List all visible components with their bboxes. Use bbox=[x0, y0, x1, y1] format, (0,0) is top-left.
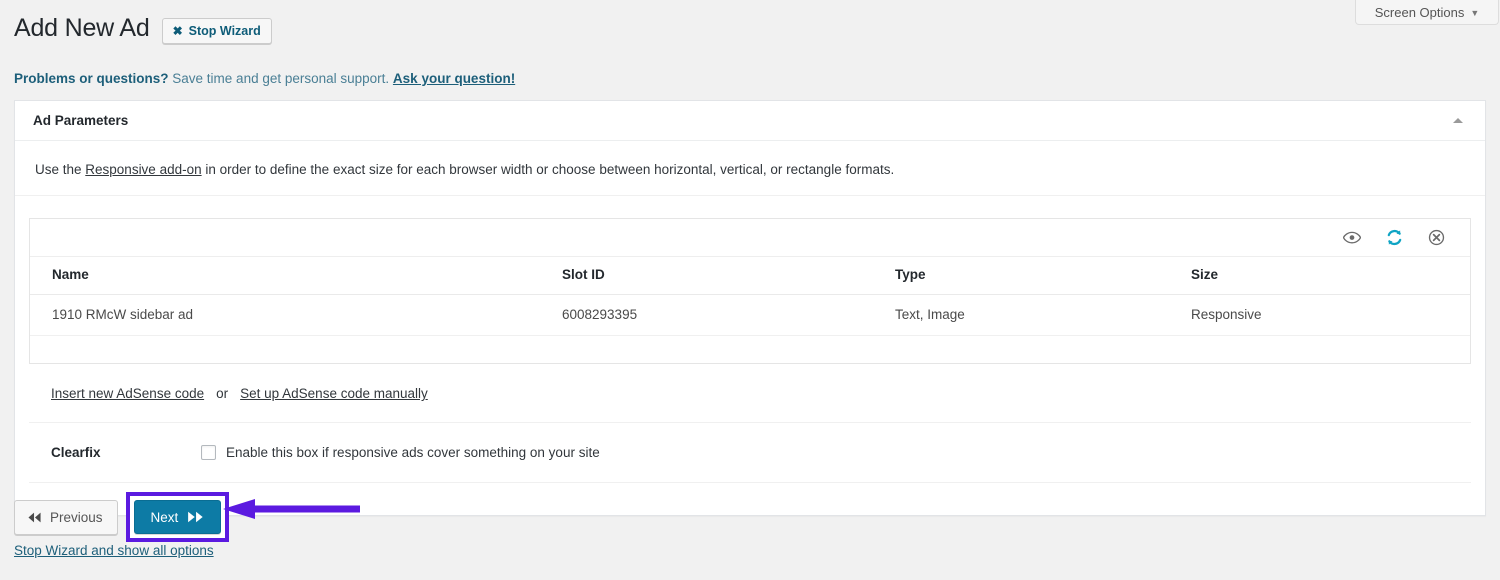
double-arrow-right-icon bbox=[187, 511, 204, 523]
ad-parameters-panel: Ad Parameters Use the Responsive add-on … bbox=[14, 100, 1486, 516]
annotation-arrow bbox=[222, 498, 362, 520]
stop-wizard-button[interactable]: ✖ Stop Wizard bbox=[162, 18, 272, 44]
adsense-table-box: Name Slot ID Type Size 1910 RMcW sidebar… bbox=[29, 218, 1471, 364]
chevron-up-icon bbox=[1453, 118, 1463, 123]
column-header-slot-id: Slot ID bbox=[552, 257, 885, 295]
previous-button[interactable]: Previous bbox=[14, 500, 118, 535]
close-x-icon: ✖ bbox=[173, 25, 183, 37]
clearfix-row: Clearfix Enable this box if responsive a… bbox=[29, 423, 1471, 483]
refresh-icon[interactable] bbox=[1384, 228, 1404, 248]
clearfix-checkbox[interactable] bbox=[201, 445, 216, 460]
cell-size: Responsive bbox=[1181, 295, 1470, 336]
column-header-name: Name bbox=[30, 257, 552, 295]
hint-text-after: in order to define the exact size for ea… bbox=[202, 162, 895, 177]
clearfix-checkbox-label: Enable this box if responsive ads cover … bbox=[226, 445, 600, 460]
previous-button-label: Previous bbox=[50, 510, 103, 525]
cell-name: 1910 RMcW sidebar ad bbox=[30, 295, 552, 336]
page-header: Add New Ad ✖ Stop Wizard bbox=[14, 12, 272, 45]
column-header-type: Type bbox=[885, 257, 1181, 295]
ask-your-question-link[interactable]: Ask your question! bbox=[393, 71, 515, 86]
adsense-code-links: Insert new AdSense code or Set up AdSens… bbox=[29, 364, 1471, 423]
clearfix-checkbox-wrap[interactable]: Enable this box if responsive ads cover … bbox=[201, 445, 600, 460]
insert-new-adsense-code-link[interactable]: Insert new AdSense code bbox=[51, 386, 204, 401]
wizard-footer: Previous Next bbox=[14, 492, 229, 542]
panel-header: Ad Parameters bbox=[15, 101, 1485, 141]
eye-icon[interactable] bbox=[1342, 228, 1362, 248]
table-header-row: Name Slot ID Type Size bbox=[30, 257, 1470, 295]
clearfix-label: Clearfix bbox=[51, 445, 201, 460]
support-notice: Problems or questions? Save time and get… bbox=[14, 71, 515, 86]
table-footer-spacer bbox=[30, 336, 1470, 363]
chevron-down-icon: ▼ bbox=[1470, 9, 1479, 18]
screen-options-toggle[interactable]: Screen Options ▼ bbox=[1355, 0, 1499, 25]
screen-options-label: Screen Options bbox=[1375, 5, 1465, 20]
panel-collapse-toggle[interactable] bbox=[1447, 110, 1469, 132]
adsense-ad-table: Name Slot ID Type Size 1910 RMcW sidebar… bbox=[30, 257, 1470, 336]
next-button[interactable]: Next bbox=[134, 500, 222, 534]
table-icon-toolbar bbox=[30, 219, 1470, 257]
remove-circle-icon[interactable] bbox=[1426, 228, 1446, 248]
responsive-addon-link[interactable]: Responsive add-on bbox=[85, 162, 201, 177]
hint-text-before: Use the bbox=[35, 162, 85, 177]
code-links-separator: or bbox=[216, 386, 228, 401]
cell-type: Text, Image bbox=[885, 295, 1181, 336]
panel-body: Use the Responsive add-on in order to de… bbox=[15, 141, 1485, 515]
table-row[interactable]: 1910 RMcW sidebar ad 6008293395 Text, Im… bbox=[30, 295, 1470, 336]
next-button-highlight: Next bbox=[126, 492, 230, 542]
responsive-hint: Use the Responsive add-on in order to de… bbox=[15, 141, 1485, 196]
wordpress-admin-screen: Screen Options ▼ Add New Ad ✖ Stop Wizar… bbox=[0, 0, 1500, 580]
setup-adsense-manually-link[interactable]: Set up AdSense code manually bbox=[240, 386, 428, 401]
stop-wizard-show-all-options-link[interactable]: Stop Wizard and show all options bbox=[14, 543, 214, 558]
cell-slot-id: 6008293395 bbox=[552, 295, 885, 336]
next-button-label: Next bbox=[151, 510, 179, 525]
support-notice-text: Save time and get personal support. bbox=[169, 71, 393, 86]
page-title: Add New Ad bbox=[14, 12, 150, 45]
stop-wizard-button-label: Stop Wizard bbox=[189, 24, 261, 38]
double-arrow-left-icon bbox=[27, 512, 42, 523]
support-notice-bold: Problems or questions? bbox=[14, 71, 169, 86]
column-header-size: Size bbox=[1181, 257, 1470, 295]
panel-title: Ad Parameters bbox=[33, 113, 128, 128]
